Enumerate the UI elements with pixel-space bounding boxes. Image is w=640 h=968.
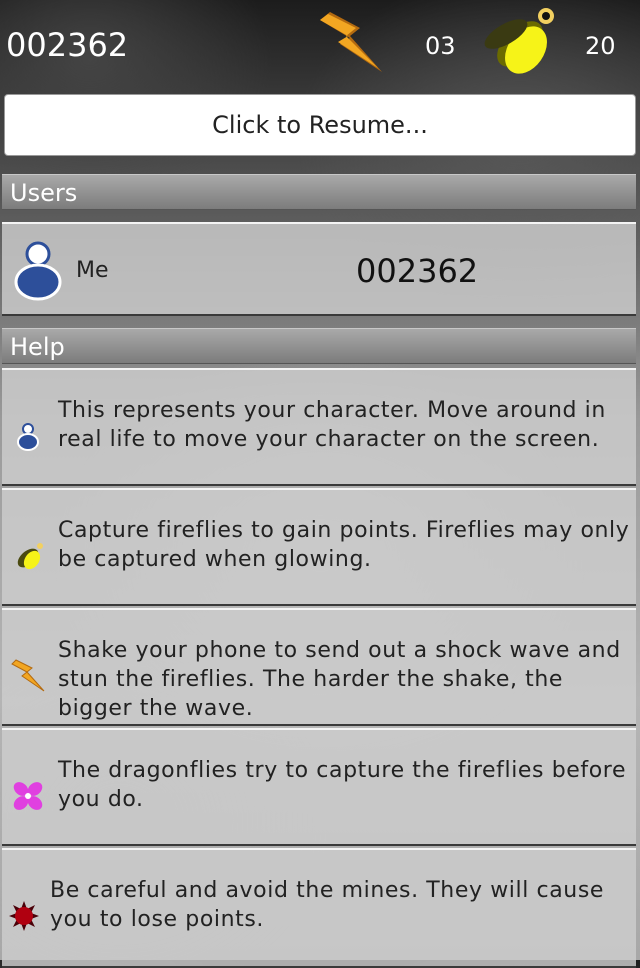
help-text: Capture fireflies to gain points. Firefl… bbox=[58, 518, 630, 572]
user-score: 002362 bbox=[356, 252, 479, 290]
help-text: Be careful and avoid the mines. They wil… bbox=[50, 878, 605, 932]
character-icon bbox=[17, 423, 39, 451]
help-item-firefly: Capture fireflies to gain points. Firefl… bbox=[2, 488, 636, 606]
help-item-shockwave: Shake your phone to send out a shock wav… bbox=[2, 608, 636, 726]
user-row[interactable]: Me 002362 bbox=[2, 222, 636, 316]
help-item-dragonfly: The dragonflies try to capture the firef… bbox=[2, 728, 636, 846]
top-status-bar: 002362 03 20 bbox=[0, 0, 640, 92]
help-text: Shake your phone to send out a shock wav… bbox=[58, 638, 621, 721]
help-text: This represents your character. Move aro… bbox=[58, 398, 606, 452]
mine-icon bbox=[9, 901, 39, 931]
lightning-bolt-icon bbox=[11, 659, 45, 692]
help-item-character: This represents your character. Move aro… bbox=[2, 368, 636, 486]
help-section-header: Help bbox=[2, 328, 636, 364]
user-name: Me bbox=[76, 258, 109, 283]
score-display: 002362 bbox=[6, 26, 129, 64]
resume-button[interactable]: Click to Resume... bbox=[4, 94, 636, 156]
lightning-bolt-icon bbox=[320, 12, 382, 72]
users-section-header: Users bbox=[2, 174, 636, 210]
firefly-count: 20 bbox=[585, 32, 616, 60]
user-avatar-icon bbox=[14, 241, 62, 301]
help-text: The dragonflies try to capture the firef… bbox=[58, 758, 627, 812]
firefly-icon bbox=[17, 543, 43, 570]
shock-count: 03 bbox=[425, 32, 456, 60]
dragonfly-icon bbox=[13, 782, 43, 810]
help-item-mine: Be careful and avoid the mines. They wil… bbox=[2, 848, 636, 968]
firefly-icon bbox=[484, 8, 554, 74]
